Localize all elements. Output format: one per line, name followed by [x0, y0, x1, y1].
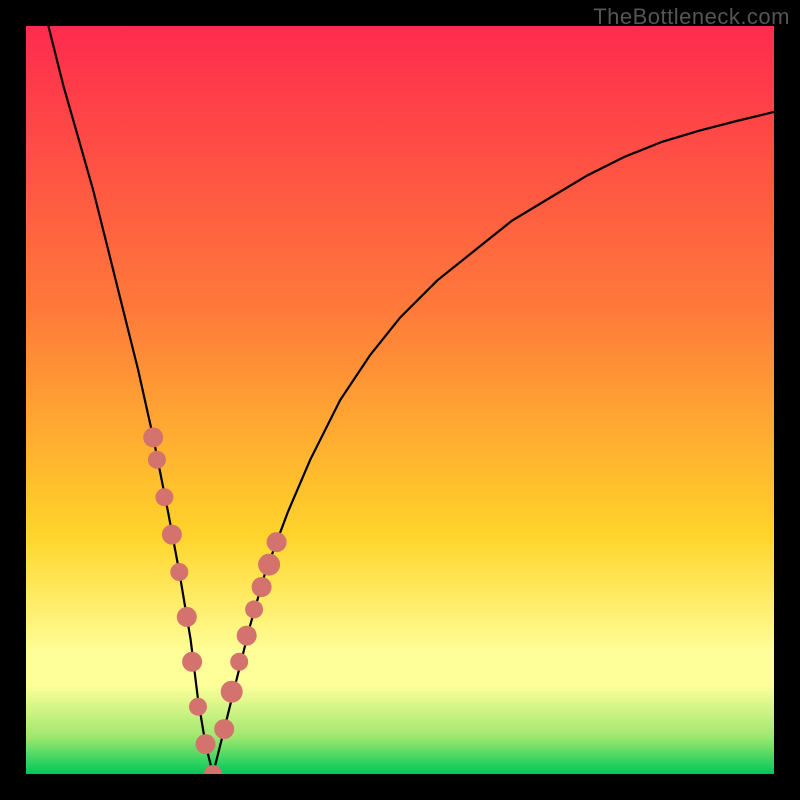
marker-point	[143, 427, 163, 447]
marker-point	[237, 626, 257, 646]
marker-point	[162, 525, 182, 545]
marker-point	[267, 532, 287, 552]
bottleneck-chart-svg	[26, 26, 774, 774]
marker-point	[155, 488, 173, 506]
marker-point	[252, 577, 272, 597]
marker-point	[182, 652, 202, 672]
plot-area	[26, 26, 774, 774]
marker-point	[148, 451, 166, 469]
marker-point	[221, 681, 243, 703]
gradient-background	[26, 26, 774, 774]
marker-point	[189, 698, 207, 716]
marker-point	[214, 719, 234, 739]
marker-point	[245, 600, 263, 618]
marker-point	[170, 563, 188, 581]
marker-point	[230, 653, 248, 671]
marker-point	[196, 734, 216, 754]
marker-point	[258, 554, 280, 576]
marker-point	[177, 607, 197, 627]
chart-canvas: TheBottleneck.com	[0, 0, 800, 800]
